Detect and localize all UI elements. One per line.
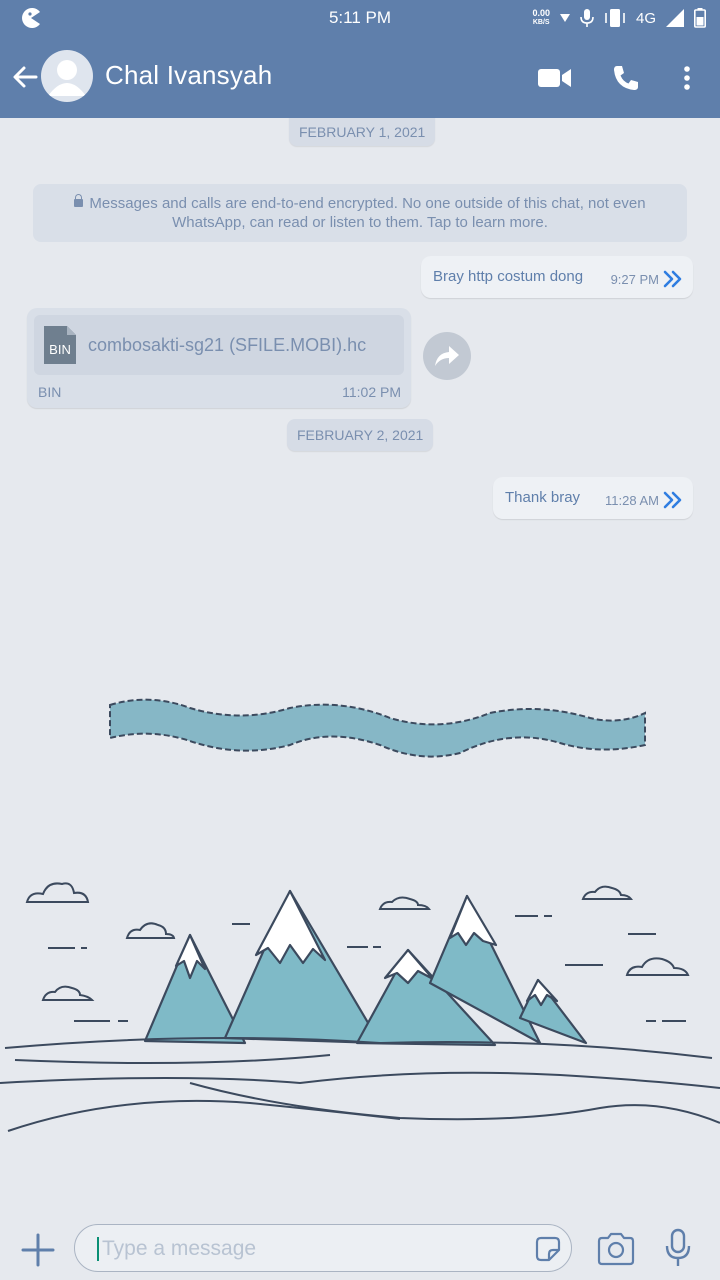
contact-name[interactable]: Chal Ivansyah: [105, 60, 272, 91]
video-call-button[interactable]: [535, 58, 575, 98]
message-time: 9:27 PM: [610, 271, 659, 287]
read-ticks-icon: [663, 270, 682, 288]
sticker-icon[interactable]: [533, 1234, 563, 1264]
network-type: 4G: [635, 9, 656, 27]
message-meta: 9:27 PM: [611, 270, 683, 288]
chat-header: Chal Ivansyah: [0, 36, 720, 118]
message-meta: 11:28 AM: [605, 491, 683, 509]
status-icons: 0.00 KB/S 4G: [532, 6, 706, 30]
lock-icon: [74, 194, 84, 207]
attach-plus-button[interactable]: [20, 1232, 56, 1268]
chat-area[interactable]: FEBRUARY 1, 2021 Messages and calls are …: [0, 118, 720, 1216]
encryption-notice-text: Messages and calls are end-to-end encryp…: [89, 195, 646, 231]
date-chip-first: FEBRUARY 1, 2021: [289, 118, 436, 146]
voice-call-button[interactable]: [606, 58, 646, 98]
back-arrow-icon: [13, 66, 38, 88]
message-text: Thank bray: [505, 489, 581, 506]
forward-button[interactable]: [423, 332, 471, 380]
status-bar: 5:11 PM 0.00 KB/S 4G: [0, 0, 720, 36]
vibrate-icon: [605, 9, 625, 27]
net-speed-value: 0.00: [532, 8, 550, 18]
document-file-icon: BIN: [44, 326, 76, 364]
net-speed: 0.00 KB/S: [532, 9, 550, 27]
forward-arrow-icon: [435, 346, 459, 366]
default-avatar-icon: [48, 60, 86, 96]
back-button[interactable]: [8, 58, 42, 96]
mic-icon[interactable]: [664, 1228, 692, 1268]
signal-icon: [666, 9, 684, 27]
read-ticks-icon: [663, 491, 682, 509]
file-attachment[interactable]: BIN combosakti-sg21 (SFILE.MOBI).hc: [34, 315, 404, 375]
camera-icon[interactable]: [596, 1231, 636, 1267]
wifi-down-icon: [559, 14, 570, 22]
file-icon-label: BIN: [49, 342, 71, 357]
message-input-bar: [0, 1216, 720, 1280]
incoming-file-message[interactable]: BIN combosakti-sg21 (SFILE.MOBI).hc BIN …: [27, 308, 411, 408]
date-chip-second: FEBRUARY 2, 2021: [287, 419, 434, 451]
mic-status-icon: [580, 9, 594, 27]
message-time: 11:02 PM: [342, 384, 401, 400]
file-type: BIN: [38, 384, 62, 400]
more-vert-icon: [684, 66, 690, 90]
avatar[interactable]: [41, 50, 93, 102]
encryption-notice[interactable]: Messages and calls are end-to-end encryp…: [33, 184, 687, 242]
message-time: 11:28 AM: [605, 492, 659, 508]
message-text: Bray http costum dong: [433, 268, 584, 285]
mountain-wallpaper-illustration: [0, 698, 720, 1132]
outgoing-message[interactable]: Bray http costum dong 9:27 PM: [421, 256, 693, 298]
net-speed-unit: KB/S: [532, 19, 550, 26]
battery-icon: [694, 8, 706, 28]
message-input[interactable]: [100, 1225, 524, 1272]
file-name: combosakti-sg21 (SFILE.MOBI).hc: [88, 335, 367, 355]
more-options-button[interactable]: [667, 58, 707, 98]
aurora-wave: [109, 698, 646, 758]
message-compose-box[interactable]: [74, 1224, 572, 1272]
phone-icon: [614, 66, 638, 90]
outgoing-message[interactable]: Thank bray 11:28 AM: [493, 477, 693, 519]
text-caret: [97, 1237, 99, 1261]
video-call-icon: [538, 69, 571, 87]
